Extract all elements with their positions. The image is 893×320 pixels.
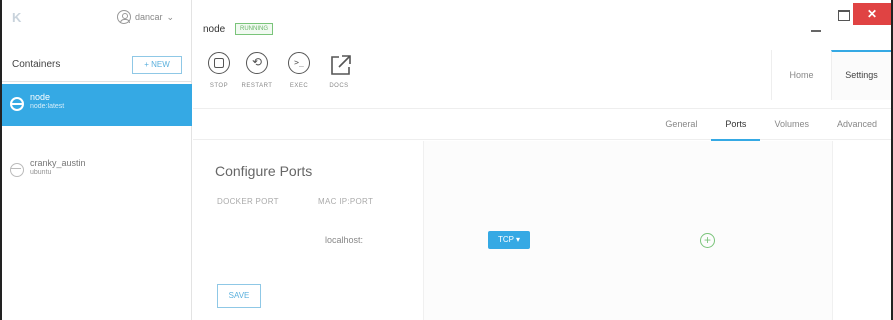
container-image: ubuntu [30, 169, 52, 176]
tab-settings[interactable]: Settings [831, 50, 891, 100]
container-status-icon [10, 97, 24, 111]
top-nav: Home Settings [771, 50, 891, 100]
restart-icon [246, 52, 268, 74]
stop-icon [208, 52, 230, 74]
settings-tabs-bar: General Ports Volumes Advanced [193, 108, 891, 141]
mac-port-header: MAC IP:PORT [318, 197, 374, 206]
ports-panel: Configure Ports DOCKER PORT MAC IP:PORT … [203, 153, 823, 320]
user-menu[interactable]: dancar ⌄ [117, 10, 174, 24]
container-status-icon [10, 163, 24, 177]
host-label: localhost: [325, 235, 364, 245]
close-button[interactable]: ✕ [853, 3, 891, 25]
new-container-button[interactable]: + NEW [132, 56, 182, 74]
container-item-cranky-austin[interactable]: cranky_austin ubuntu [2, 150, 192, 192]
external-link-icon [328, 52, 351, 75]
status-badge: RUNNING [235, 23, 273, 35]
add-port-button[interactable]: + [700, 233, 715, 248]
ports-content: Configure Ports DOCKER PORT MAC IP:PORT … [193, 141, 891, 320]
restart-button[interactable]: RESTART [239, 52, 275, 89]
title-bar: node RUNNING ✕ [193, 0, 891, 44]
save-button[interactable]: SAVE [217, 284, 261, 308]
maximize-button[interactable] [838, 10, 850, 21]
main-panel: node RUNNING ✕ STOP RESTART EXEC DOCS [193, 0, 891, 320]
tab-home[interactable]: Home [771, 50, 831, 100]
tab-volumes[interactable]: Volumes [760, 109, 823, 141]
stop-button[interactable]: STOP [201, 52, 237, 89]
docker-port-header: DOCKER PORT [217, 197, 279, 206]
chevron-down-icon: ⌄ [166, 11, 175, 22]
app-logo: K [12, 10, 23, 25]
sidebar: K dancar ⌄ Containers + NEW node node:la… [2, 0, 192, 320]
exec-button[interactable]: EXEC [281, 52, 317, 89]
docs-button[interactable]: DOCS [321, 52, 357, 89]
section-title: Configure Ports [215, 163, 313, 179]
container-image: node:latest [30, 103, 65, 110]
stop-label: STOP [209, 83, 229, 89]
protocol-dropdown[interactable]: TCP ▾ [488, 231, 530, 249]
docs-label: DOCS [329, 83, 349, 89]
terminal-icon [288, 52, 310, 74]
tab-general[interactable]: General [651, 109, 711, 141]
page-title: node [203, 24, 226, 35]
restart-label: RESTART [241, 83, 273, 89]
minimize-button[interactable] [811, 30, 821, 32]
tab-advanced[interactable]: Advanced [823, 109, 891, 141]
tab-ports[interactable]: Ports [711, 109, 761, 141]
sidebar-header: Containers + NEW [2, 50, 192, 82]
user-name: dancar [135, 12, 163, 22]
user-avatar-icon [117, 10, 131, 24]
container-name: cranky_austin [30, 158, 86, 168]
container-name: node [30, 92, 51, 102]
exec-label: EXEC [289, 83, 309, 89]
sidebar-title: Containers [12, 59, 61, 70]
container-item-node[interactable]: node node:latest [2, 84, 192, 126]
